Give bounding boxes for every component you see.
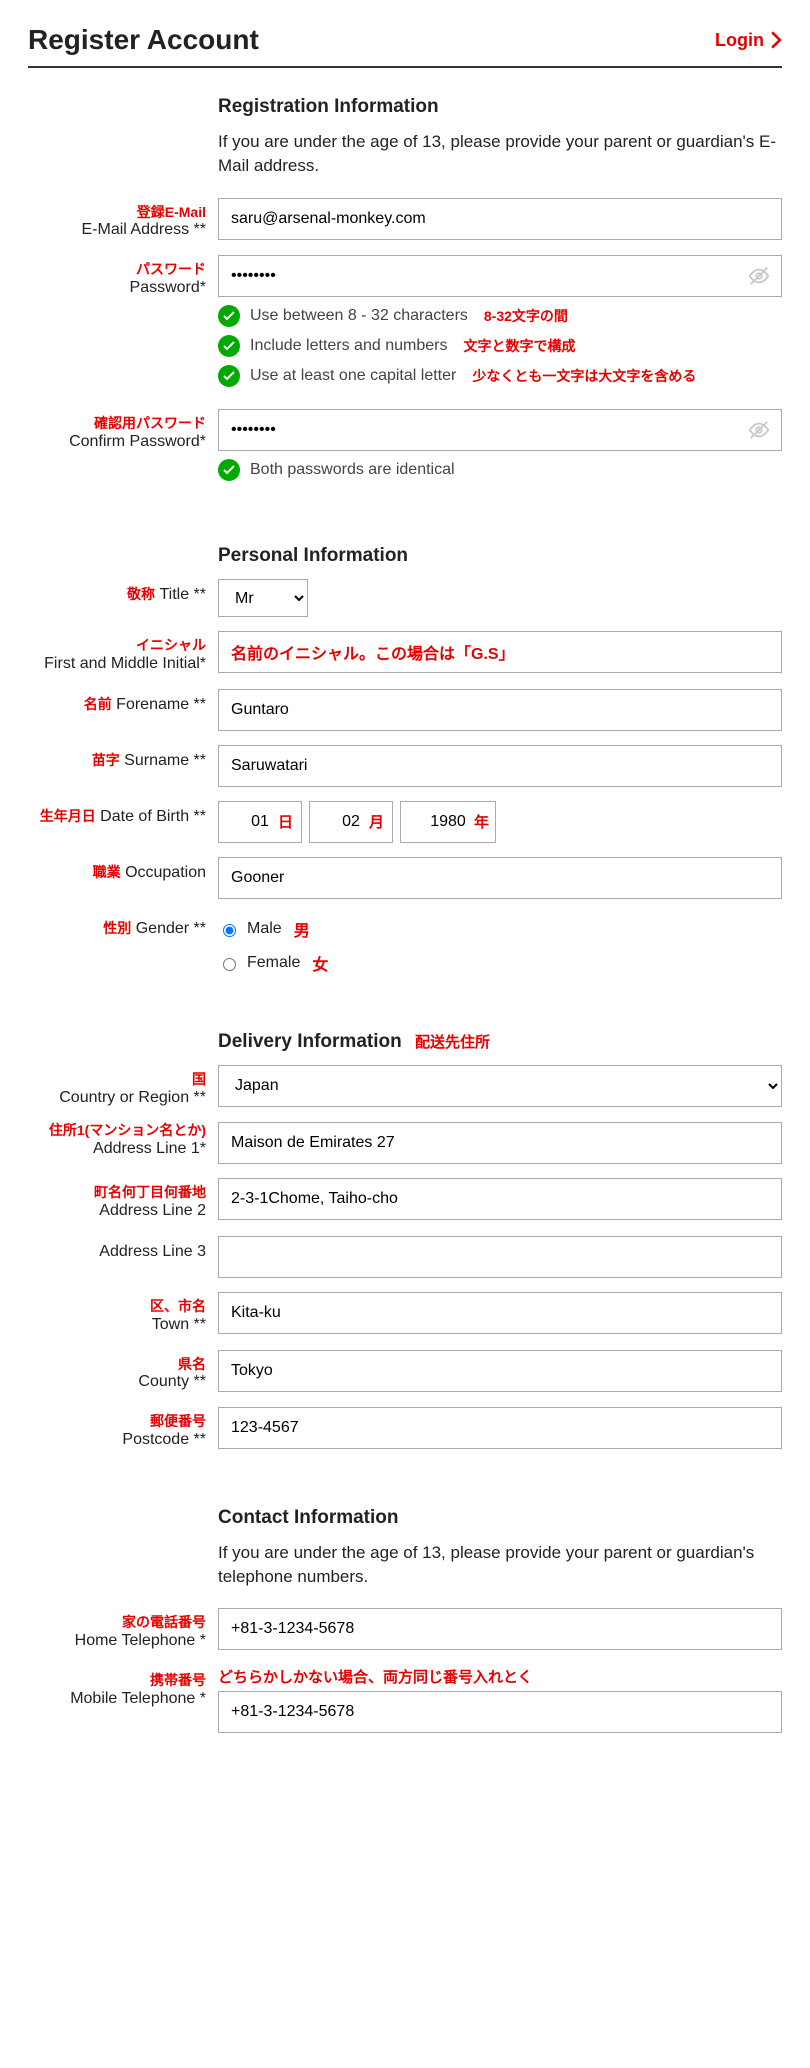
- gender-male-option[interactable]: Male 男: [218, 917, 782, 941]
- confirm-password-jp-annotation: 確認用パスワード: [28, 415, 206, 432]
- dob-label: Date of Birth **: [100, 808, 206, 825]
- initial-label: First and Middle Initial*: [28, 654, 206, 675]
- postcode-input[interactable]: [218, 1407, 782, 1449]
- check-icon: [218, 335, 240, 357]
- county-jp-annotation: 県名: [28, 1356, 206, 1373]
- password-rule-match: Both passwords are identical: [218, 459, 782, 481]
- title-select[interactable]: Mr: [218, 579, 308, 617]
- confirm-password-input[interactable]: [218, 409, 782, 451]
- home-tel-input[interactable]: [218, 1608, 782, 1650]
- addr2-input[interactable]: [218, 1178, 782, 1220]
- dob-jp-annotation: 生年月日: [40, 808, 96, 824]
- title-label: Title **: [159, 586, 206, 603]
- addr1-jp-annotation: 住所1(マンション名とか): [28, 1122, 206, 1139]
- dob-day-jp: 日: [278, 811, 293, 832]
- check-icon: [218, 365, 240, 387]
- town-jp-annotation: 区、市名: [28, 1298, 206, 1315]
- password-rule-length: Use between 8 - 32 characters 8-32文字の間: [218, 305, 782, 327]
- login-link-label: Login: [715, 30, 764, 51]
- addr3-input[interactable]: [218, 1236, 782, 1278]
- gender-female-option[interactable]: Female 女: [218, 951, 782, 975]
- dob-month-jp: 月: [369, 811, 384, 832]
- surname-jp-annotation: 苗字: [92, 752, 120, 768]
- addr1-input[interactable]: [218, 1122, 782, 1164]
- forename-jp-annotation: 名前: [84, 696, 112, 712]
- section-contact-title: Contact Information: [218, 1507, 782, 1529]
- postcode-jp-annotation: 郵便番号: [28, 1413, 206, 1430]
- county-input[interactable]: [218, 1350, 782, 1392]
- mobile-tel-label: Mobile Telephone *: [28, 1689, 206, 1710]
- mobile-tel-jp-annotation: 携帯番号: [28, 1672, 206, 1689]
- town-label: Town **: [28, 1315, 206, 1336]
- gender-female-radio[interactable]: [223, 958, 236, 971]
- title-jp-annotation: 敬称: [127, 586, 155, 602]
- password-input[interactable]: [218, 255, 782, 297]
- initial-jp-annotation: イニシャル: [28, 637, 206, 654]
- initial-input[interactable]: [218, 631, 782, 673]
- login-link[interactable]: Login: [715, 30, 782, 51]
- gender-label: Gender **: [136, 920, 206, 937]
- postcode-label: Postcode **: [28, 1430, 206, 1451]
- section-personal-title: Personal Information: [218, 545, 782, 567]
- password-jp-annotation: パスワード: [28, 261, 206, 278]
- section-delivery-title: Delivery Information 配送先住所: [218, 1031, 782, 1053]
- forename-input[interactable]: [218, 689, 782, 731]
- eye-off-icon[interactable]: [748, 265, 770, 287]
- chevron-right-icon: [770, 31, 782, 49]
- forename-label: Forename **: [116, 696, 206, 713]
- occupation-label: Occupation: [125, 864, 206, 881]
- password-label: Password*: [28, 278, 206, 299]
- confirm-password-label: Confirm Password*: [28, 432, 206, 453]
- page-title: Register Account: [28, 24, 259, 56]
- country-label: Country or Region **: [28, 1088, 206, 1109]
- mobile-tel-input[interactable]: [218, 1691, 782, 1733]
- password-rule-capital: Use at least one capital letter 少なくとも一文字…: [218, 365, 782, 387]
- section-registration-title: Registration Information: [218, 96, 782, 118]
- email-label: E-Mail Address **: [28, 220, 206, 241]
- country-select[interactable]: Japan: [218, 1065, 782, 1107]
- section-registration-note: If you are under the age of 13, please p…: [218, 130, 782, 178]
- mobile-tel-note-jp: どちらかしかない場合、両方同じ番号入れとく: [218, 1666, 782, 1687]
- section-contact-note: If you are under the age of 13, please p…: [218, 1541, 782, 1589]
- addr1-label: Address Line 1*: [28, 1139, 206, 1160]
- page-header: Register Account Login: [28, 24, 782, 68]
- town-input[interactable]: [218, 1292, 782, 1334]
- dob-year-jp: 年: [474, 811, 489, 832]
- home-tel-label: Home Telephone *: [28, 1631, 206, 1652]
- check-icon: [218, 459, 240, 481]
- gender-jp-annotation: 性別: [103, 920, 131, 936]
- email-input[interactable]: [218, 198, 782, 240]
- section-delivery-jp: 配送先住所: [415, 1034, 490, 1051]
- addr3-label: Address Line 3: [28, 1242, 206, 1263]
- check-icon: [218, 305, 240, 327]
- eye-off-icon[interactable]: [748, 419, 770, 441]
- email-jp-annotation: 登録E-Mail: [28, 204, 206, 221]
- country-jp-annotation: 国: [28, 1071, 206, 1088]
- addr2-jp-annotation: 町名何丁目何番地: [28, 1184, 206, 1201]
- county-label: County **: [28, 1372, 206, 1393]
- surname-input[interactable]: [218, 745, 782, 787]
- addr2-label: Address Line 2: [28, 1201, 206, 1222]
- occupation-jp-annotation: 職業: [93, 864, 121, 880]
- home-tel-jp-annotation: 家の電話番号: [28, 1614, 206, 1631]
- occupation-input[interactable]: [218, 857, 782, 899]
- password-rule-alnum: Include letters and numbers 文字と数字で構成: [218, 335, 782, 357]
- gender-male-radio[interactable]: [223, 924, 236, 937]
- surname-label: Surname **: [124, 752, 206, 769]
